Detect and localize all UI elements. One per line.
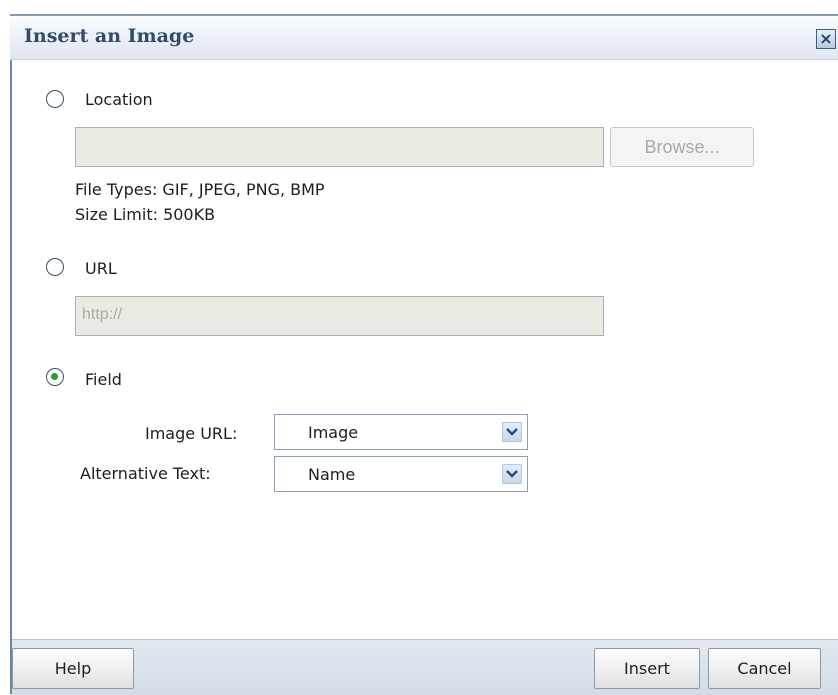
image-url-label: Image URL: [145,424,238,443]
image-url-select[interactable]: Image [274,414,528,450]
field-label: Field [85,370,122,389]
dialog-border [10,14,12,694]
url-label: URL [85,259,117,278]
location-radio[interactable] [46,90,64,108]
location-file-input[interactable] [75,127,604,167]
dialog-titlebar[interactable]: Insert an Image × [10,14,838,60]
url-input[interactable]: http:// [75,296,604,336]
dialog-footer: Help Insert Cancel [12,639,838,695]
insert-button[interactable]: Insert [594,648,700,689]
radio-selected-dot [51,373,58,380]
image-url-select-value: Image [308,423,359,442]
alt-text-select-value: Name [308,465,356,484]
alt-text-label: Alternative Text: [80,464,211,483]
location-label: Location [85,90,153,109]
dialog-title: Insert an Image [24,25,195,47]
close-icon: × [819,29,833,48]
file-types-text: File Types: GIF, JPEG, PNG, BMP [75,180,325,199]
insert-image-dialog: Insert an Image × Location Browse... Fil… [0,0,838,695]
alt-text-select[interactable]: Name [274,456,528,492]
browse-button[interactable]: Browse... [610,127,754,167]
url-radio[interactable] [46,258,64,276]
chevron-down-icon[interactable] [502,422,522,442]
field-radio[interactable] [46,368,64,386]
size-limit-text: Size Limit: 500KB [75,205,216,224]
cancel-button[interactable]: Cancel [708,648,821,689]
help-button[interactable]: Help [12,648,134,689]
chevron-down-icon[interactable] [502,464,522,484]
close-button[interactable]: × [816,29,836,49]
